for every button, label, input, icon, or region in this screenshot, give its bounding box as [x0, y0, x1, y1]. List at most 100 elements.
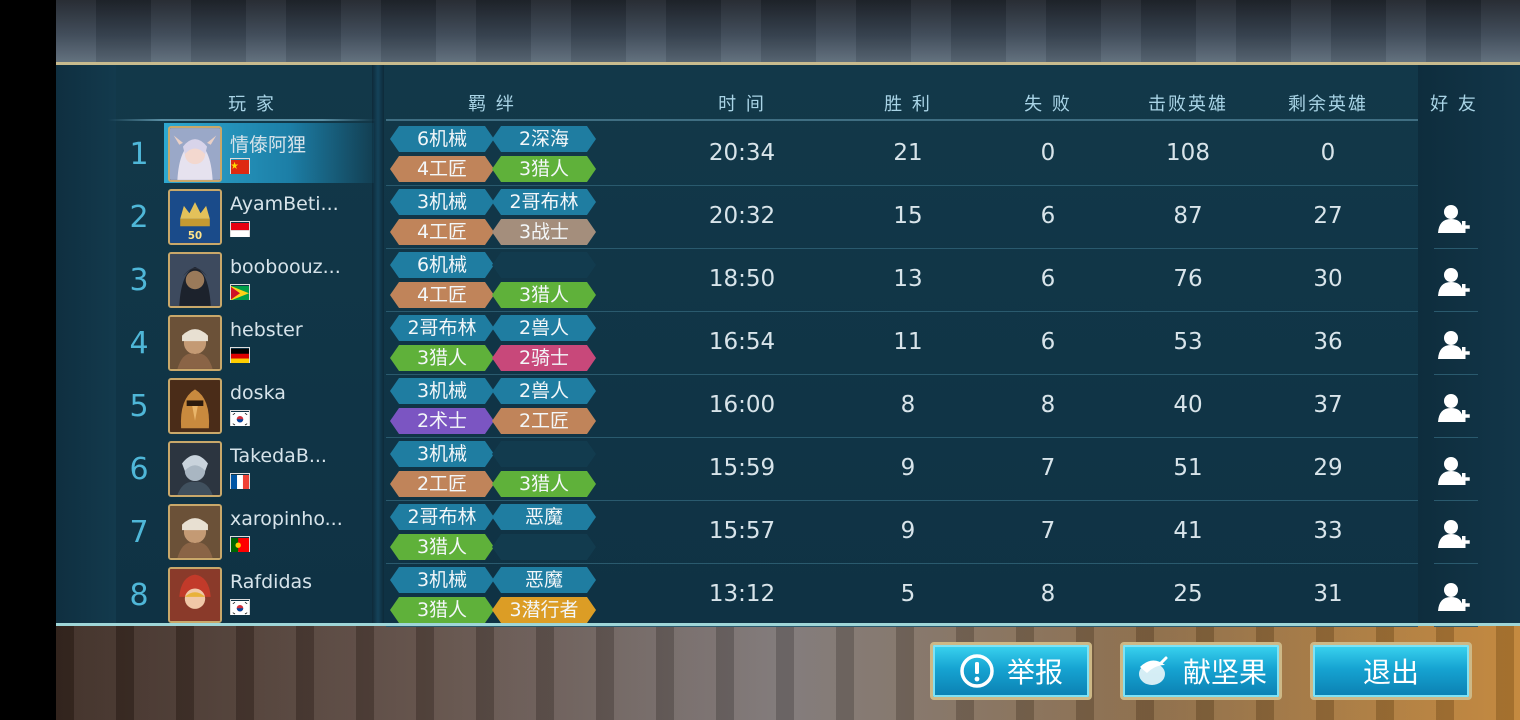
time-value: 16:54 — [708, 329, 776, 355]
player-avatar[interactable] — [168, 315, 222, 371]
add-friend-icon — [1438, 519, 1474, 553]
wins-value: 8 — [900, 392, 916, 418]
header-divider — [386, 119, 1418, 121]
background-scene-bottom — [56, 626, 1520, 720]
synergy-tag: 2哥布林 — [492, 189, 596, 215]
kills-value: 87 — [1173, 203, 1203, 229]
remaining-value: 37 — [1313, 392, 1343, 418]
player-avatar[interactable]: 50 — [168, 189, 222, 245]
synergy-tag: 2深海 — [492, 126, 596, 152]
country-flag-icon — [230, 599, 250, 615]
synergy-tag-empty — [492, 441, 596, 467]
country-flag-icon — [230, 284, 250, 300]
synergy-tag: 6机械 — [390, 126, 494, 152]
remaining-value: 29 — [1313, 455, 1343, 481]
synergy-tag: 3机械 — [390, 441, 494, 467]
wins-value: 11 — [893, 329, 923, 355]
synergy-tag-empty — [492, 252, 596, 278]
player-name: TakedaB... — [230, 445, 327, 467]
wins-value: 21 — [893, 140, 923, 166]
synergy-tags: 3机械 恶魔 3猎人 3潜行者 — [390, 567, 600, 625]
losses-value: 0 — [1040, 140, 1056, 166]
remaining-value: 33 — [1313, 518, 1343, 544]
header-kills: 击败英雄 — [1148, 94, 1228, 115]
header-friends: 好 友 — [1430, 94, 1478, 115]
player-rank: 6 — [129, 452, 149, 487]
synergy-tags: 3机械 2工匠 3猎人 — [390, 441, 600, 499]
player-avatar[interactable] — [168, 504, 222, 560]
player-rank: 7 — [129, 515, 149, 550]
kills-value: 76 — [1173, 266, 1203, 292]
report-button[interactable]: 举报 — [930, 642, 1092, 700]
exit-button[interactable]: 退出 — [1310, 642, 1472, 700]
player-row: 4 hebster 2哥布林 2兽人 3猎人 2骑士 16:54 11 6 53 36 — [56, 312, 1478, 375]
add-friend-button[interactable] — [1434, 382, 1478, 438]
table-header: 玩 家 羁 绊 时 间 胜 利 失 败 击败英雄 剩余英雄 好 友 — [56, 65, 1520, 123]
wins-value: 9 — [900, 518, 916, 544]
add-friend-button[interactable] — [1434, 319, 1478, 375]
player-row: 5 doska 3机械 2兽人 2术士 2工匠 16:00 8 8 40 37 — [56, 375, 1478, 438]
give-nuts-button[interactable]: 献坚果 — [1120, 642, 1282, 700]
synergy-tag: 4工匠 — [390, 156, 494, 182]
synergy-tag: 6机械 — [390, 252, 494, 278]
add-friend-button[interactable] — [1434, 508, 1478, 564]
synergy-tag-empty — [492, 534, 596, 560]
player-avatar[interactable] — [168, 252, 222, 308]
synergy-tag: 4工匠 — [390, 219, 494, 245]
player-name: AyamBeti... — [230, 193, 339, 215]
player-row: 7 xaropinho... 2哥布林 恶魔 3猎人 15:57 9 7 41 33 — [56, 501, 1478, 564]
player-rank: 1 — [129, 137, 149, 172]
add-friend-icon — [1438, 393, 1474, 427]
losses-value: 8 — [1040, 392, 1056, 418]
time-value: 13:12 — [708, 581, 776, 607]
synergy-tag: 3猎人 — [492, 471, 596, 497]
synergy-tag: 3猎人 — [492, 156, 596, 182]
synergy-tag: 2术士 — [390, 408, 494, 434]
add-friend-button[interactable] — [1434, 256, 1478, 312]
wins-value: 5 — [900, 581, 916, 607]
add-friend-button[interactable] — [1434, 445, 1478, 501]
losses-value: 7 — [1040, 518, 1056, 544]
header-wins: 胜 利 — [884, 94, 932, 115]
wins-value: 9 — [900, 455, 916, 481]
player-avatar[interactable] — [168, 126, 222, 182]
synergy-tag: 2兽人 — [492, 378, 596, 404]
synergy-tags: 3机械 2兽人 2术士 2工匠 — [390, 378, 600, 436]
synergy-tag: 2工匠 — [390, 471, 494, 497]
synergy-tag: 3猎人 — [390, 534, 494, 560]
player-avatar[interactable] — [168, 378, 222, 434]
remaining-value: 31 — [1313, 581, 1343, 607]
synergy-tag: 4工匠 — [390, 282, 494, 308]
header-time: 时 间 — [718, 94, 766, 115]
synergy-tag: 2兽人 — [492, 315, 596, 341]
player-name: 情傣阿狸 — [230, 134, 307, 156]
results-panel: 玩 家 羁 绊 时 间 胜 利 失 败 击败英雄 剩余英雄 好 友 1 情傣阿狸 6… — [56, 62, 1520, 627]
time-value: 15:57 — [708, 518, 776, 544]
player-row: 3 booboouz... 6机械 4工匠 3猎人 18:50 13 6 76 30 — [56, 249, 1478, 312]
add-friend-button[interactable] — [1434, 571, 1478, 627]
kills-value: 108 — [1166, 140, 1210, 166]
player-name: Rafdidas — [230, 571, 313, 593]
report-button-label: 举报 — [1006, 656, 1063, 689]
give-nuts-button-label: 献坚果 — [1182, 656, 1267, 689]
losses-value: 8 — [1040, 581, 1056, 607]
add-friend-button[interactable] — [1434, 193, 1478, 249]
player-row: 1 情傣阿狸 6机械 2深海 4工匠 3猎人 20:34 21 0 108 0 — [56, 123, 1418, 186]
synergy-tag: 3猎人 — [390, 597, 494, 623]
exit-button-label: 退出 — [1362, 656, 1419, 689]
player-row: 6 TakedaB... 3机械 2工匠 3猎人 15:59 9 7 51 29 — [56, 438, 1478, 501]
synergy-tag: 恶魔 — [492, 567, 596, 593]
player-rank: 4 — [129, 326, 149, 361]
country-flag-icon — [230, 536, 250, 552]
exclamation-icon — [960, 654, 994, 688]
add-friend-icon — [1438, 456, 1474, 490]
player-avatar[interactable] — [168, 567, 222, 623]
player-avatar[interactable] — [168, 441, 222, 497]
synergy-tag: 2骑士 — [492, 345, 596, 371]
add-friend-icon — [1438, 330, 1474, 364]
remaining-value: 36 — [1313, 329, 1343, 355]
player-rank: 3 — [129, 263, 149, 298]
time-value: 18:50 — [708, 266, 776, 292]
player-name: doska — [230, 382, 286, 404]
synergy-tag: 3潜行者 — [492, 597, 596, 623]
